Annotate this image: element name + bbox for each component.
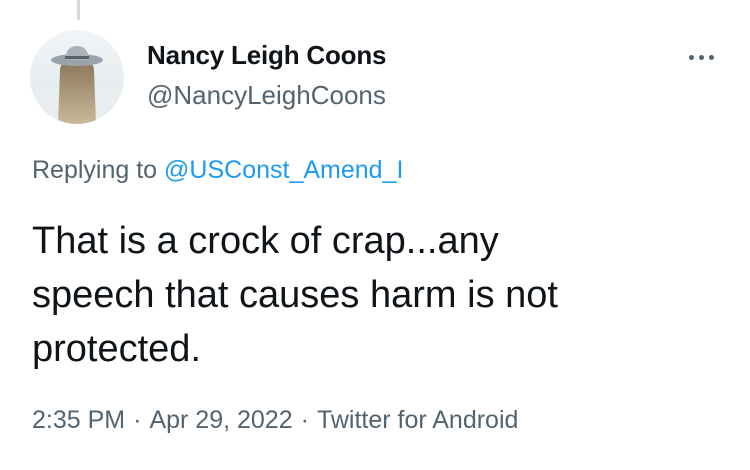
replying-to-label: Replying to (32, 156, 158, 184)
tweet-date[interactable]: Apr 29, 2022 (149, 406, 292, 434)
meta-separator: · (300, 406, 309, 434)
replying-to-line: Replying to @USConst_Amend_I (32, 156, 403, 185)
author-display-name[interactable]: Nancy Leigh Coons (147, 40, 386, 71)
tweet-source[interactable]: Twitter for Android (317, 406, 518, 434)
ellipsis-icon (688, 54, 714, 60)
tweet-body-text: That is a crock of crap...any speech tha… (32, 220, 558, 370)
more-options-button[interactable] (680, 44, 722, 70)
author-handle[interactable]: @NancyLeighCoons (147, 80, 386, 111)
reply-mention-link[interactable]: @USConst_Amend_I (164, 156, 403, 184)
thread-connector-line (77, 0, 80, 20)
profile-photo-icon (30, 30, 124, 124)
tweet-meta: 2:35 PM · Apr 29, 2022 · Twitter for Android (32, 406, 518, 435)
avatar[interactable] (30, 30, 124, 124)
meta-separator: · (133, 406, 142, 434)
tweet-time[interactable]: 2:35 PM (32, 406, 125, 434)
